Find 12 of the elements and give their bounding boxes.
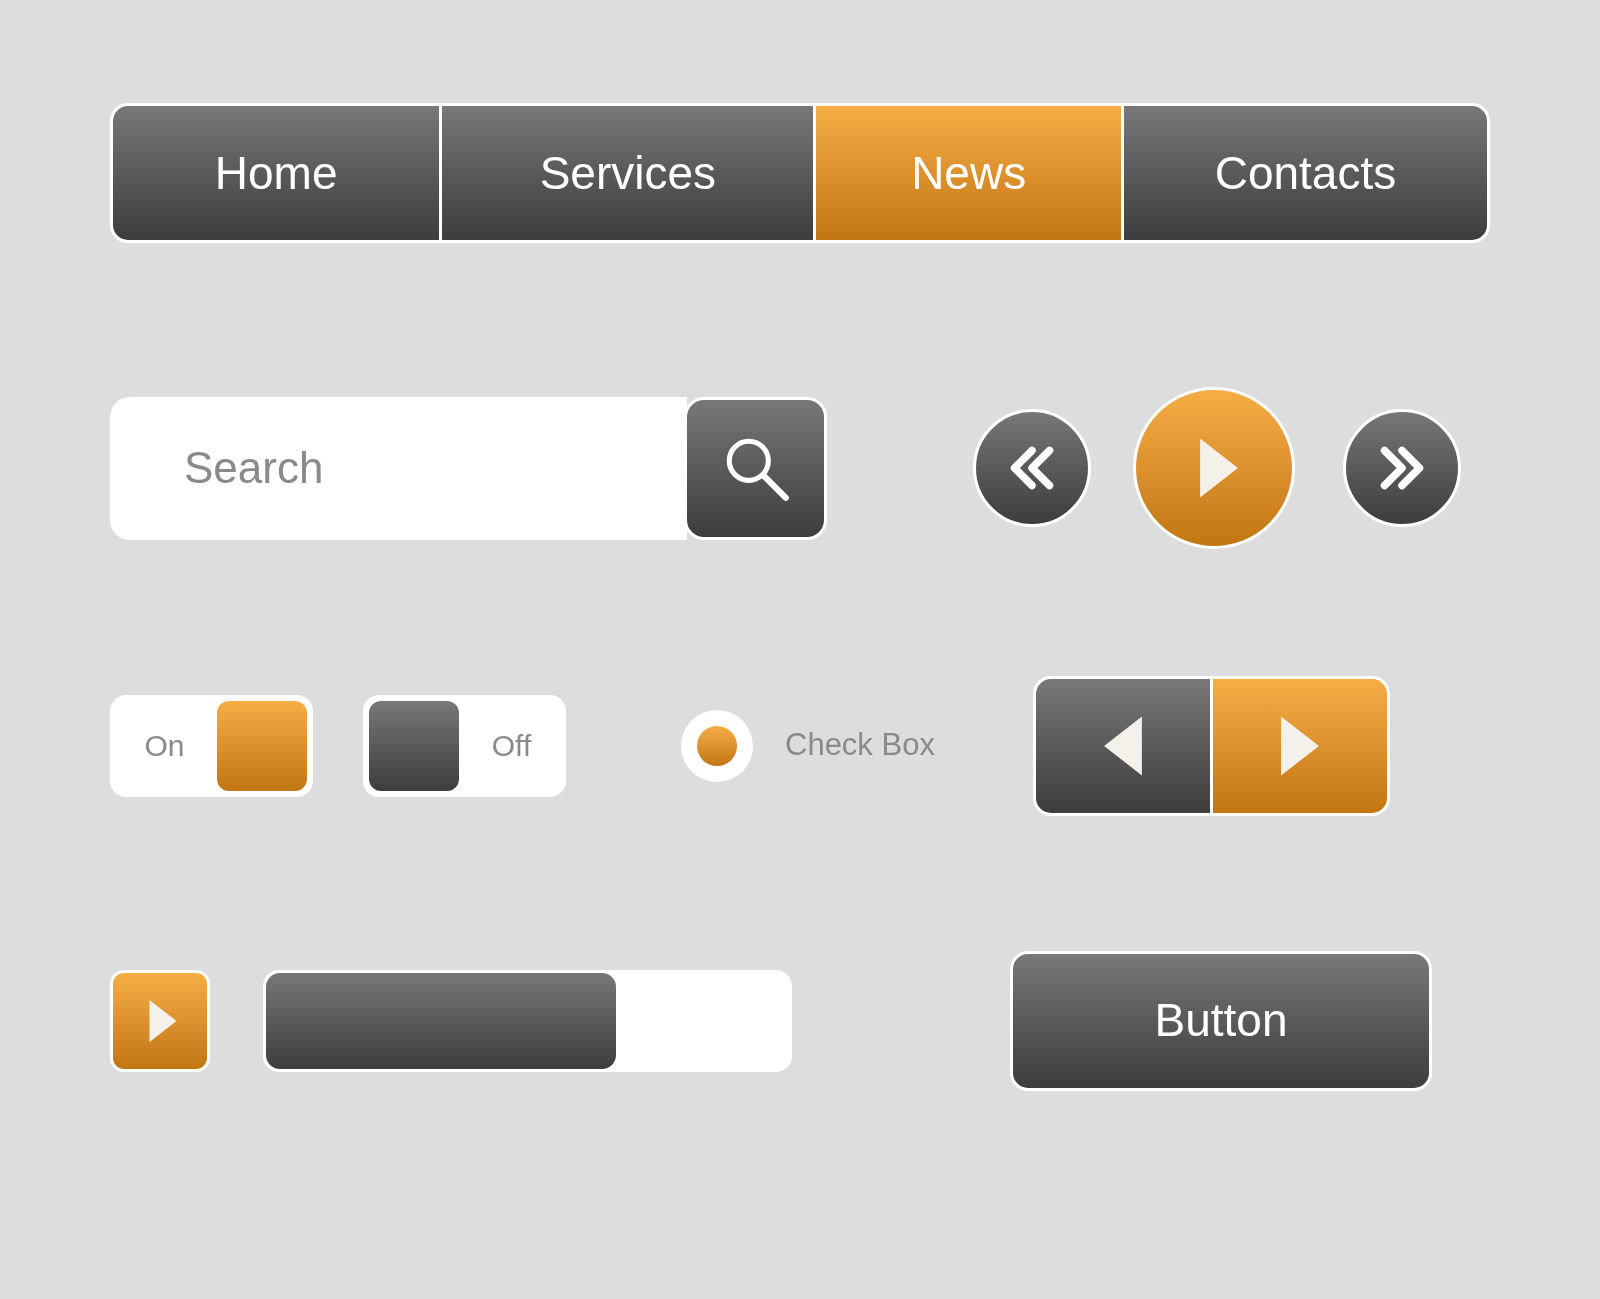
nav-tab[interactable]: Contacts	[1123, 106, 1487, 240]
nav-tab[interactable]: Services	[442, 106, 814, 240]
search-button[interactable]	[684, 396, 827, 540]
search-field[interactable]: Search	[110, 396, 687, 540]
radio-label: Check Box	[785, 726, 935, 765]
toggle-label: Off	[490, 728, 533, 764]
nav-tab[interactable]: Home	[113, 106, 440, 240]
previous-button[interactable]	[1035, 678, 1210, 813]
main-button[interactable]: Button	[1010, 950, 1432, 1091]
toggle-label: On	[143, 728, 186, 764]
play-button[interactable]	[110, 969, 210, 1072]
play-icon	[1198, 436, 1240, 500]
